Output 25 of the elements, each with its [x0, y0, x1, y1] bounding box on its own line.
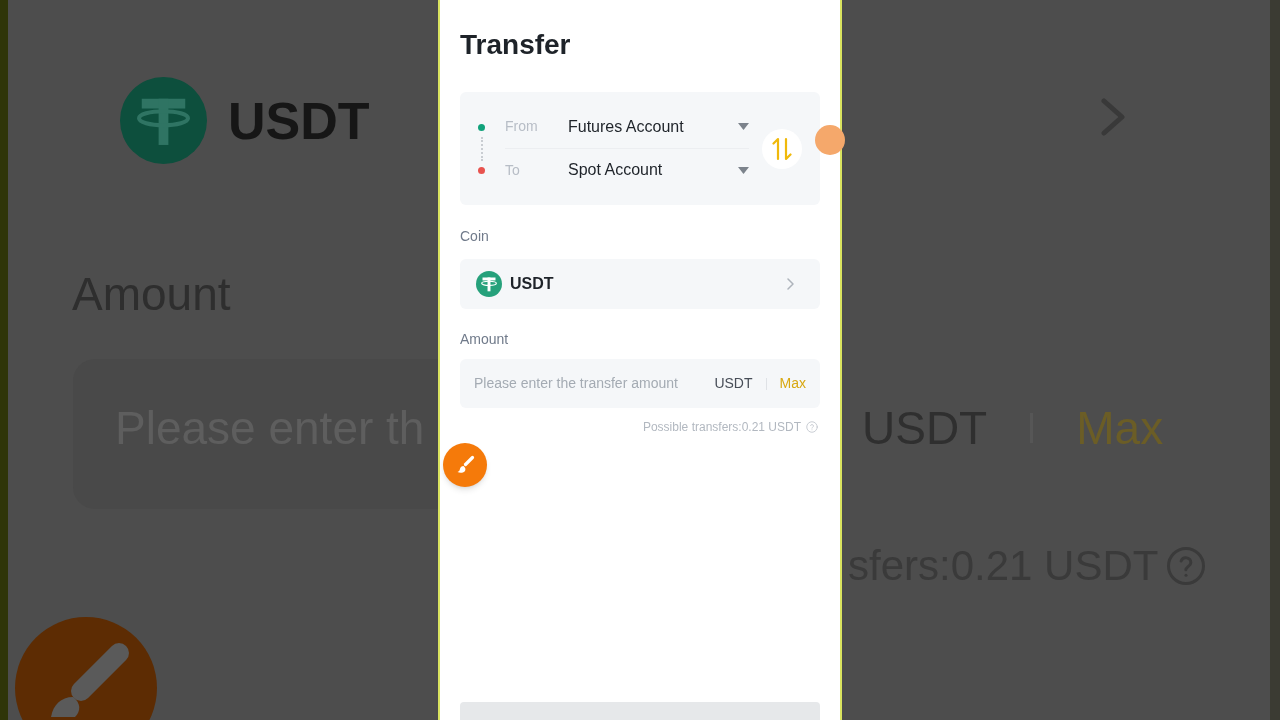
coin-name: USDT	[228, 94, 370, 147]
floating-bubble-icon	[815, 125, 845, 155]
field-label: Coin	[460, 227, 490, 246]
caret-down-icon	[738, 123, 749, 130]
brush-icon	[15, 617, 157, 720]
account-label: To	[505, 160, 521, 180]
coin-icon	[120, 77, 207, 164]
brush-button[interactable]	[443, 443, 487, 487]
swap-button[interactable]	[762, 128, 802, 169]
account-select[interactable]: Spot Account	[568, 158, 749, 182]
brush-icon	[455, 455, 475, 475]
account-select[interactable]: Futures Account	[568, 114, 749, 139]
unit-label: USDT	[714, 374, 753, 393]
swap-icon	[772, 136, 792, 161]
field-label: Amount	[460, 330, 510, 349]
coin-select[interactable]: USDT	[460, 259, 820, 309]
coin-icon	[476, 271, 502, 297]
page-title: Transfer	[460, 28, 572, 62]
caret-down-icon	[738, 166, 749, 174]
help-icon	[806, 421, 818, 433]
amount-field[interactable]: Please enter the transfer amount USDT Max	[460, 359, 820, 408]
transfer-limit-text: Possible transfers:0.21 USDT	[642, 419, 801, 435]
account-label: From	[505, 117, 539, 136]
chevron-right-icon	[787, 278, 794, 290]
action-button[interactable]	[460, 702, 820, 720]
